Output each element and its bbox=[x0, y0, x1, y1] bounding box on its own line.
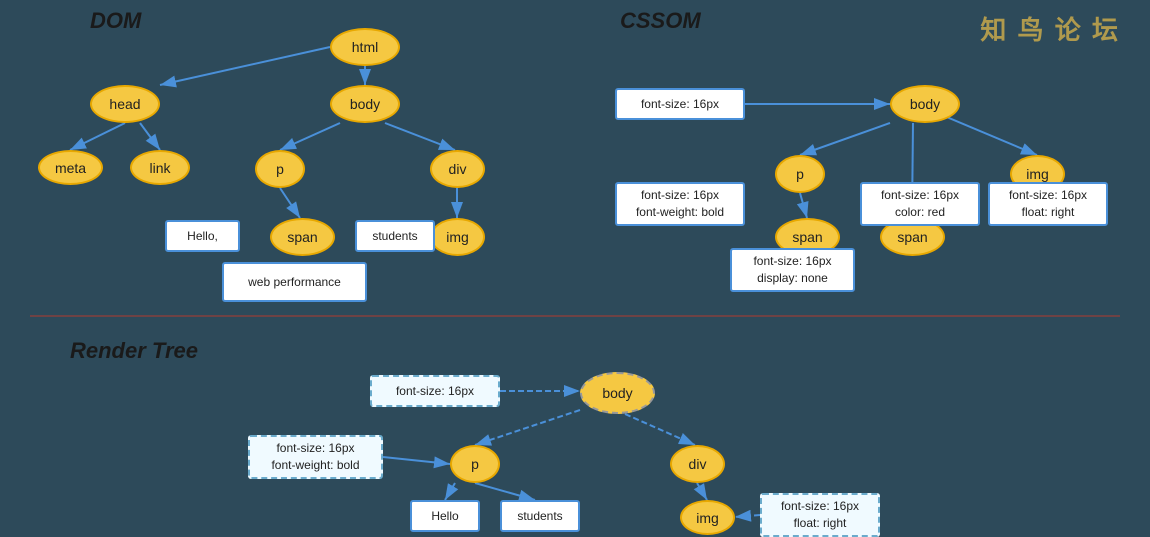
dom-students-box: students bbox=[355, 220, 435, 252]
dom-meta-node: meta bbox=[38, 150, 103, 185]
dom-p-node: p bbox=[255, 150, 305, 188]
render-fontsize-box: font-size: 16px bbox=[370, 375, 500, 407]
render-body-node: body bbox=[580, 372, 655, 414]
cssom-fontsize-box: font-size: 16px bbox=[615, 88, 745, 120]
render-label: Render Tree bbox=[70, 338, 198, 364]
dom-html-node: html bbox=[330, 28, 400, 66]
cssom-body-node: body bbox=[890, 85, 960, 123]
arrows-layer bbox=[0, 0, 1150, 537]
dom-body-node: body bbox=[330, 85, 400, 123]
render-p-node: p bbox=[450, 445, 500, 483]
dom-link-node: link bbox=[130, 150, 190, 185]
cssom-p-style-box: font-size: 16pxfont-weight: bold bbox=[615, 182, 745, 226]
cssom-img-style-box: font-size: 16pxfloat: right bbox=[988, 182, 1108, 226]
render-img-style-box: font-size: 16pxfloat: right bbox=[760, 493, 880, 537]
dom-hello-box: Hello, bbox=[165, 220, 240, 252]
render-div-node: div bbox=[670, 445, 725, 483]
dom-webperf-box: web performance bbox=[222, 262, 367, 302]
dom-label: DOM bbox=[90, 8, 141, 34]
dom-head-node: head bbox=[90, 85, 160, 123]
render-p-style-box: font-size: 16pxfont-weight: bold bbox=[248, 435, 383, 479]
render-img-node: img bbox=[680, 500, 735, 535]
dom-div-node: div bbox=[430, 150, 485, 188]
cssom-p-node: p bbox=[775, 155, 825, 193]
render-students-box: students bbox=[500, 500, 580, 532]
dom-img-node: img bbox=[430, 218, 485, 256]
watermark: 知 鸟 论 坛 bbox=[980, 10, 1120, 47]
cssom-span2-style-box: font-size: 16pxdisplay: none bbox=[730, 248, 855, 292]
diagram-container: 知 鸟 论 坛 DOM CSSOM Render Tree html head … bbox=[0, 0, 1150, 537]
cssom-span-style-box: font-size: 16pxcolor: red bbox=[860, 182, 980, 226]
dom-span-node: span bbox=[270, 218, 335, 256]
cssom-label: CSSOM bbox=[620, 8, 701, 34]
render-hello-box: Hello bbox=[410, 500, 480, 532]
